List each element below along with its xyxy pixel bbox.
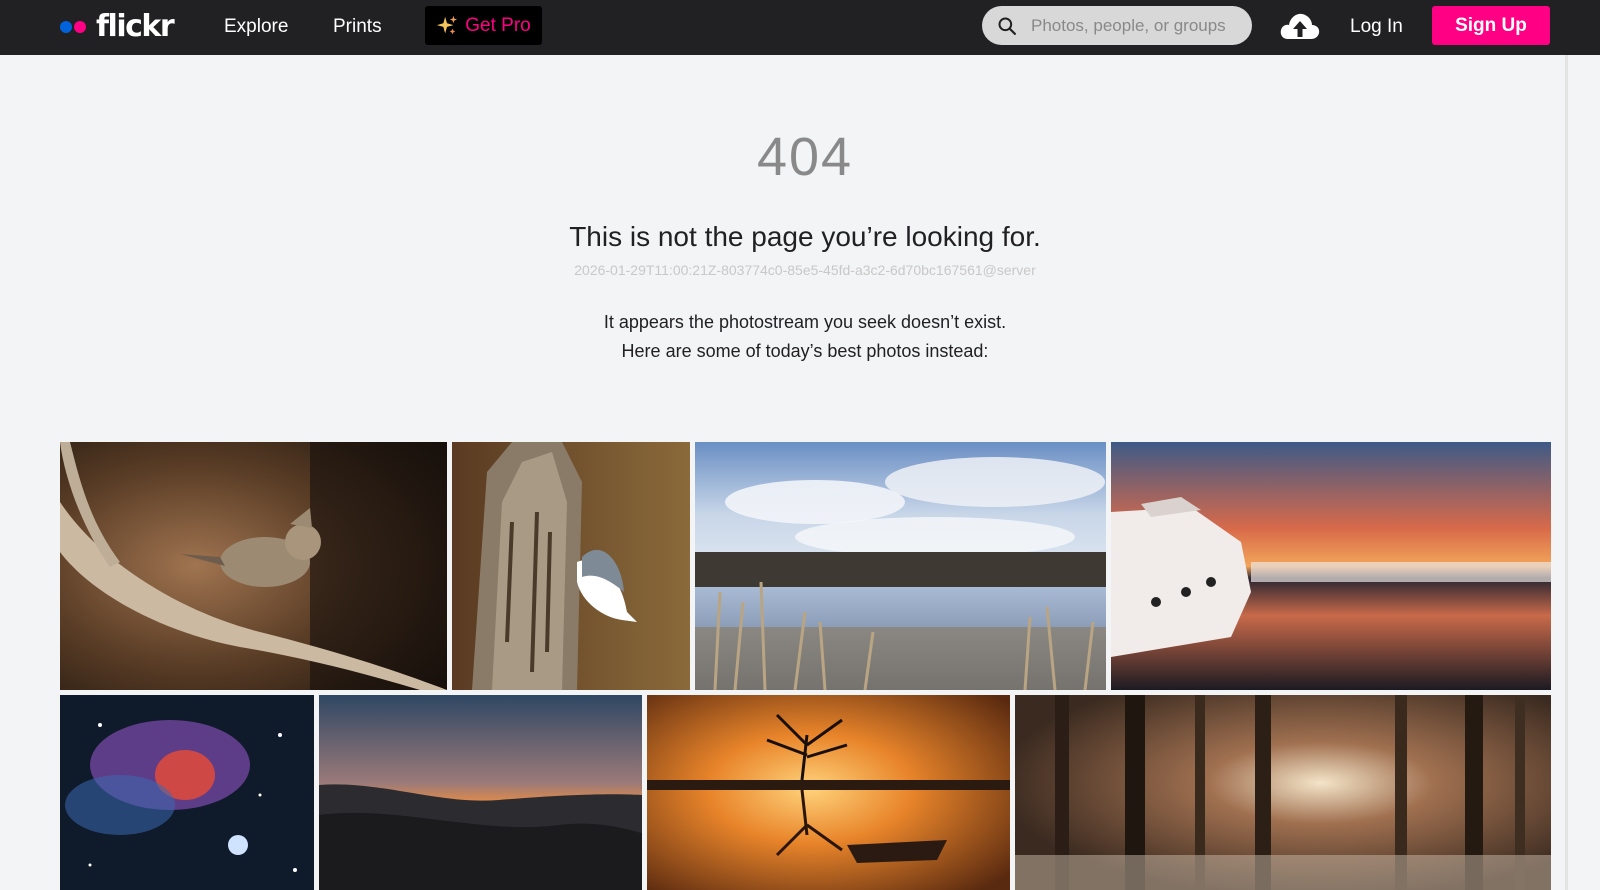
photo-image [60, 442, 447, 690]
photo-bird-on-branch[interactable] [60, 442, 447, 690]
request-id: 2026-01-29T11:00:21Z-803774c0-85e5-45fd-… [574, 262, 1036, 278]
photo-mountain-dusk[interactable] [319, 695, 642, 890]
photo-yacht-harbor-sunset[interactable] [1111, 442, 1551, 690]
logo-pink-dot [74, 21, 86, 33]
photo-nebula[interactable] [60, 695, 314, 890]
photo-lake-with-reeds[interactable] [695, 442, 1106, 690]
nav-prints-link[interactable]: Prints [333, 14, 382, 40]
photo-image [1015, 695, 1551, 890]
get-pro-label: Get Pro [465, 14, 531, 36]
error-title: This is not the page you’re looking for. [569, 221, 1041, 252]
flickr-logo[interactable]: flickr [60, 9, 175, 45]
get-pro-button[interactable]: Get Pro [425, 6, 542, 45]
error-message-line-2: Here are some of today’s best photos ins… [621, 341, 989, 361]
photo-autumn-forest[interactable] [1015, 695, 1551, 890]
error-message-line-1: It appears the photostream you seek does… [603, 312, 1007, 332]
search-box[interactable] [982, 6, 1252, 45]
photo-image [452, 442, 690, 690]
top-navigation-bar: flickr Explore Prints Get Pro Log In Sig… [0, 0, 1600, 55]
photo-nuthatch-on-trunk[interactable] [452, 442, 690, 690]
photo-image [319, 695, 642, 890]
logo-wordmark: flickr [96, 9, 175, 44]
signup-button[interactable]: Sign Up [1432, 6, 1550, 45]
photo-image [695, 442, 1106, 690]
photo-image [1111, 442, 1551, 690]
photo-tree-reflection-sunset[interactable] [647, 695, 1010, 890]
login-link[interactable]: Log In [1350, 14, 1403, 40]
sparkle-icon [437, 15, 458, 34]
photo-image [60, 695, 314, 890]
search-input[interactable] [1031, 6, 1252, 45]
nav-explore-link[interactable]: Explore [224, 14, 288, 40]
upload-cloud-icon[interactable] [1279, 9, 1321, 43]
logo-blue-dot [60, 21, 72, 33]
photo-image [647, 695, 1010, 890]
search-icon [998, 17, 1016, 35]
error-code: 404 [756, 127, 854, 187]
error-message: It appears the photostream you seek does… [0, 308, 1600, 366]
